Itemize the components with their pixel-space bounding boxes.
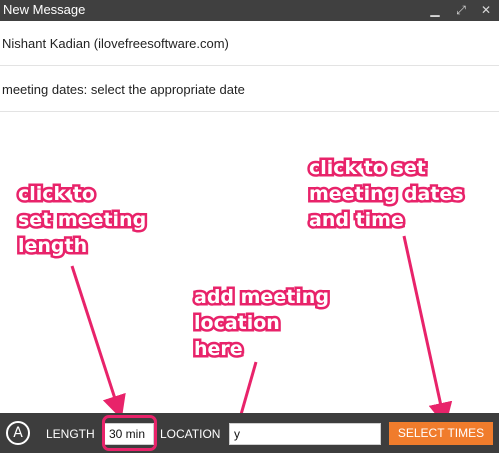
close-icon[interactable]: ✕ <box>476 0 496 21</box>
app-logo-icon: A <box>6 421 30 445</box>
recipient-field[interactable]: Nishant Kadian (ilovefreesoftware.com) <box>0 21 499 66</box>
annotation-length: click to set meeting length <box>15 181 148 260</box>
minimize-icon[interactable]: ▁ <box>425 0 445 21</box>
window-title: New Message <box>3 2 86 17</box>
length-input[interactable] <box>104 423 154 445</box>
subject-field[interactable]: meeting dates: select the appropriate da… <box>0 67 499 112</box>
annotation-location: add meeting location here <box>192 284 332 363</box>
location-input[interactable] <box>229 423 381 445</box>
compose-title-bar: New Message ▁ ⤢ ✕ <box>0 0 499 21</box>
length-label: LENGTH <box>46 427 95 441</box>
expand-icon[interactable]: ⤢ <box>451 0 471 21</box>
select-times-button[interactable]: SELECT TIMES <box>389 422 493 445</box>
location-label: LOCATION <box>160 427 221 441</box>
annotation-select-times: click to set meeting dates and time <box>307 155 467 234</box>
